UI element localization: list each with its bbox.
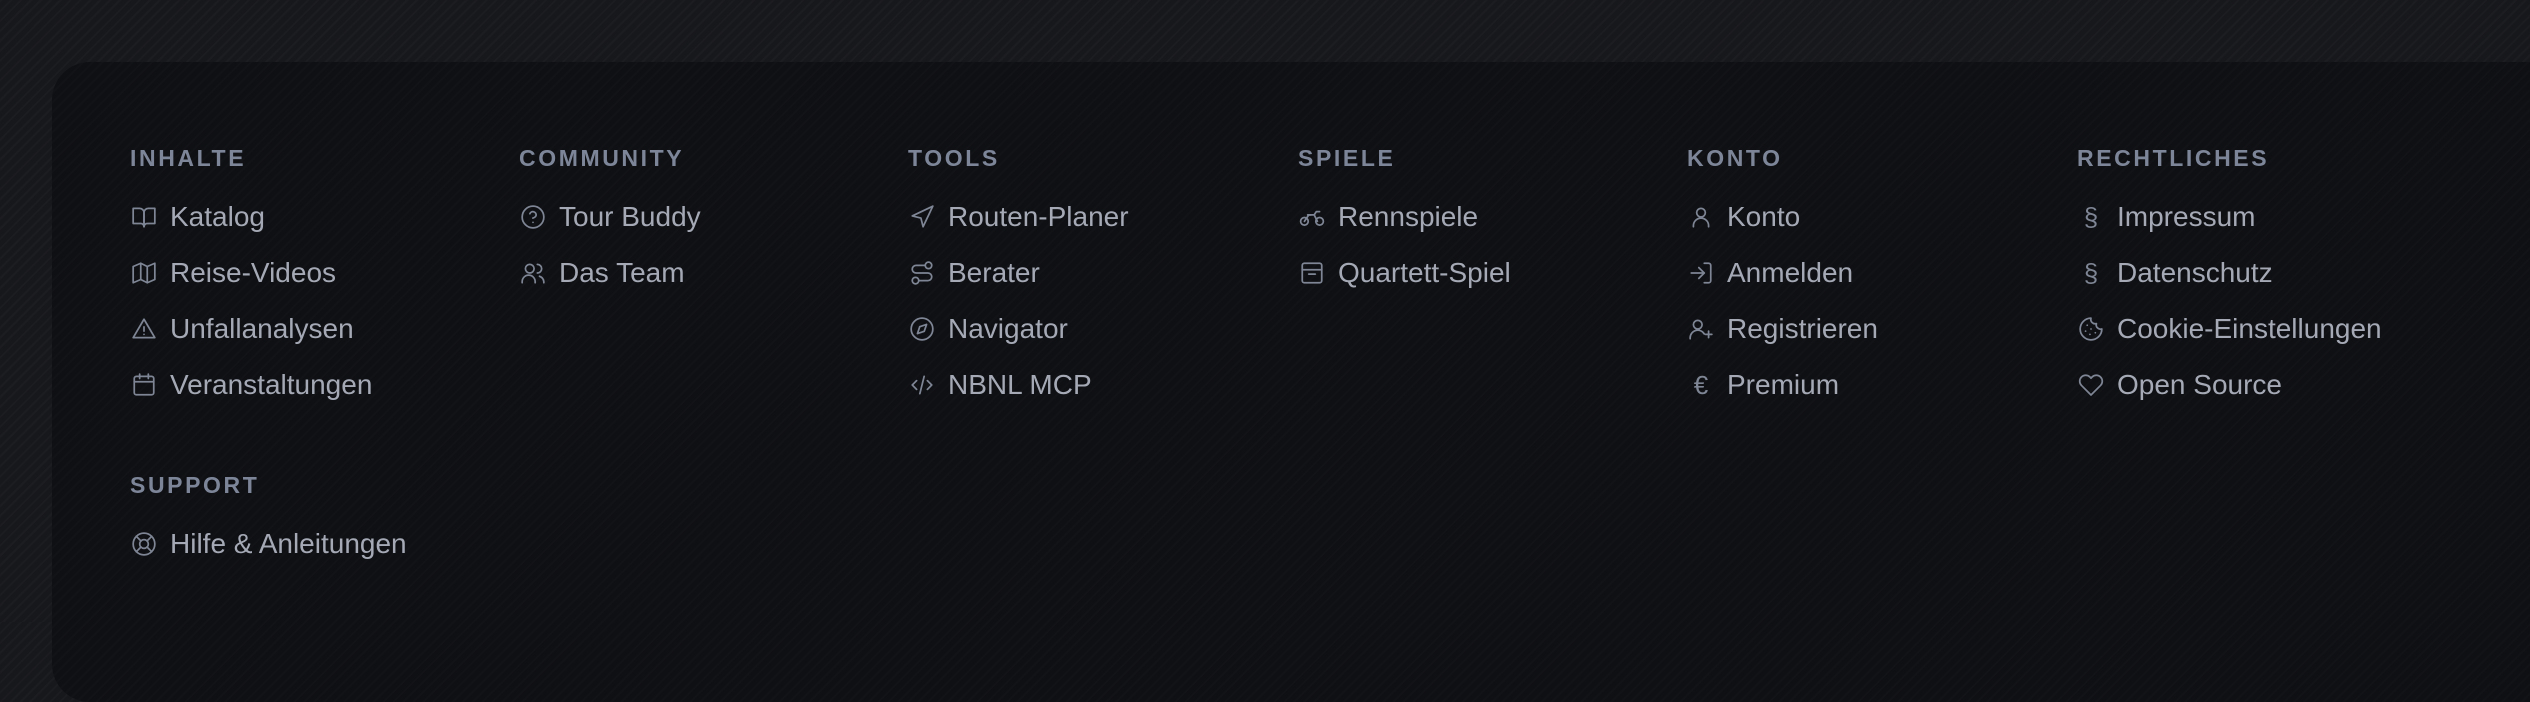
footer-column-spiele: SPIELE Rennspiele Quartett-Spiel <box>1298 145 1678 301</box>
link-label: Navigator <box>948 313 1068 344</box>
link-impressum[interactable]: § Impressum <box>2077 189 2457 245</box>
link-hilfe-anleitungen[interactable]: Hilfe & Anleitungen <box>130 516 510 572</box>
help-circle-icon <box>519 203 547 231</box>
user-plus-icon <box>1687 315 1715 343</box>
column-heading: COMMUNITY <box>519 145 685 171</box>
link-label: NBNL MCP <box>948 369 1092 400</box>
column-heading: RECHTLICHES <box>2077 145 2270 171</box>
link-rennspiele[interactable]: Rennspiele <box>1298 189 1678 245</box>
link-label: Datenschutz <box>2117 257 2273 288</box>
link-label: Impressum <box>2117 201 2256 232</box>
code-icon <box>908 371 936 399</box>
map-icon <box>130 259 158 287</box>
link-label: Konto <box>1727 201 1801 232</box>
link-routen-planer[interactable]: Routen-Planer <box>908 189 1288 245</box>
link-navigator[interactable]: Navigator <box>908 301 1288 357</box>
section-sign-icon: § <box>2083 202 2099 232</box>
compass-icon <box>908 315 936 343</box>
column-heading: SUPPORT <box>130 472 260 498</box>
link-reise-videos[interactable]: Reise-Videos <box>130 245 510 301</box>
cookie-icon <box>2077 315 2105 343</box>
link-das-team[interactable]: Das Team <box>519 245 899 301</box>
link-label: Rennspiele <box>1338 201 1479 232</box>
link-label: Berater <box>948 257 1040 288</box>
footer-column-support: SUPPORT Hilfe & Anleitungen <box>130 472 510 572</box>
link-quartett-spiel[interactable]: Quartett-Spiel <box>1298 245 1678 301</box>
link-nbnl-mcp[interactable]: NBNL MCP <box>908 357 1288 413</box>
column-heading: INHALTE <box>130 145 247 171</box>
link-label: Reise-Videos <box>170 257 337 288</box>
log-in-icon <box>1687 259 1715 287</box>
link-unfallanalysen[interactable]: Unfallanalysen <box>130 301 510 357</box>
heart-icon <box>2077 371 2105 399</box>
link-konto[interactable]: Konto <box>1687 189 2067 245</box>
calendar-icon <box>130 371 158 399</box>
euro-icon: € <box>1693 370 1709 400</box>
link-label: Cookie-Einstellungen <box>2117 313 2382 344</box>
navigation-arrow-icon <box>908 203 936 231</box>
link-datenschutz[interactable]: § Datenschutz <box>2077 245 2457 301</box>
link-label: Registrieren <box>1727 313 1878 344</box>
link-label: Premium <box>1727 369 1840 400</box>
link-label: Anmelden <box>1727 257 1854 288</box>
column-heading: TOOLS <box>908 145 1000 171</box>
link-anmelden[interactable]: Anmelden <box>1687 245 2067 301</box>
archive-box-icon <box>1298 259 1326 287</box>
link-tour-buddy[interactable]: Tour Buddy <box>519 189 899 245</box>
footer-column-konto: KONTO Konto Anmelden Registrieren € Prem… <box>1687 145 2067 413</box>
footer-column-inhalte: INHALTE Katalog Reise-Videos Unfallanaly… <box>130 145 510 413</box>
link-registrieren[interactable]: Registrieren <box>1687 301 2067 357</box>
link-label: Hilfe & Anleitungen <box>170 528 407 559</box>
warning-triangle-icon <box>130 315 158 343</box>
column-heading: SPIELE <box>1298 145 1396 171</box>
link-label: Routen-Planer <box>948 201 1129 232</box>
user-icon <box>1687 203 1715 231</box>
link-veranstaltungen[interactable]: Veranstaltungen <box>130 357 510 413</box>
link-label: Katalog <box>170 201 265 232</box>
life-buoy-icon <box>130 530 158 558</box>
link-cookie-einstellungen[interactable]: Cookie-Einstellungen <box>2077 301 2457 357</box>
users-icon <box>519 259 547 287</box>
footer-column-community: COMMUNITY Tour Buddy Das Team <box>519 145 899 301</box>
link-label: Tour Buddy <box>559 201 701 232</box>
footer-column-rechtliches: RECHTLICHES § Impressum § Datenschutz Co… <box>2077 145 2457 413</box>
link-label: Das Team <box>559 257 685 288</box>
link-label: Quartett-Spiel <box>1338 257 1511 288</box>
link-premium[interactable]: € Premium <box>1687 357 2067 413</box>
book-open-icon <box>130 203 158 231</box>
column-heading: KONTO <box>1687 145 1783 171</box>
section-sign-icon: § <box>2083 258 2099 288</box>
link-berater[interactable]: Berater <box>908 245 1288 301</box>
link-label: Unfallanalysen <box>170 313 354 344</box>
link-open-source[interactable]: Open Source <box>2077 357 2457 413</box>
link-katalog[interactable]: Katalog <box>130 189 510 245</box>
route-icon <box>908 259 936 287</box>
footer-column-tools: TOOLS Routen-Planer Berater Navigator NB… <box>908 145 1288 413</box>
motorcycle-icon <box>1298 203 1326 231</box>
link-label: Veranstaltungen <box>170 369 373 400</box>
link-label: Open Source <box>2117 369 2282 400</box>
